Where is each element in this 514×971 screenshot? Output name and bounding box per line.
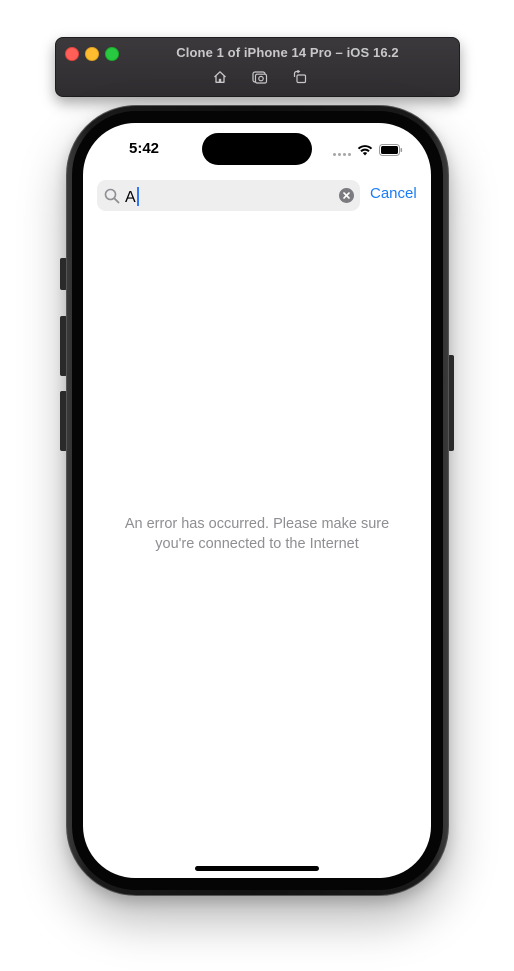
home-indicator[interactable] (195, 866, 319, 871)
simulator-title: Clone 1 of iPhone 14 Pro – iOS 16.2 (176, 45, 399, 60)
search-query: A (125, 187, 139, 207)
dynamic-island (202, 133, 312, 165)
screenshot-icon[interactable] (251, 69, 269, 85)
simulator-toolbar (211, 69, 309, 85)
home-icon[interactable] (211, 69, 229, 85)
cellular-signal-icon (333, 152, 351, 156)
status-time: 5:42 (129, 140, 160, 157)
cancel-button[interactable]: Cancel (370, 185, 417, 202)
error-message-line-1: An error has occurred. Please make sure (124, 516, 390, 532)
status-indicators (333, 143, 403, 161)
simulator-titlebar: Clone 1 of iPhone 14 Pro – iOS 16.2 (55, 37, 460, 97)
error-message-line-2: you're connected to the Internet (155, 536, 359, 552)
battery-icon (379, 143, 403, 161)
clear-search-icon[interactable] (339, 188, 354, 203)
rotate-icon[interactable] (291, 69, 309, 85)
search-input[interactable]: A (97, 180, 360, 211)
wifi-icon (357, 143, 373, 161)
close-window-button[interactable] (65, 47, 79, 61)
phone-screen: 5:42 A Cancel An error has occurred. Ple… (83, 123, 431, 878)
search-icon (104, 188, 120, 204)
simulator-stage: Clone 1 of iPhone 14 Pro – iOS 16.2 5:42… (0, 0, 514, 971)
text-cursor (136, 187, 139, 206)
error-message: An error has occurred. Please make sure … (97, 514, 417, 554)
minimize-window-button[interactable] (85, 47, 99, 61)
